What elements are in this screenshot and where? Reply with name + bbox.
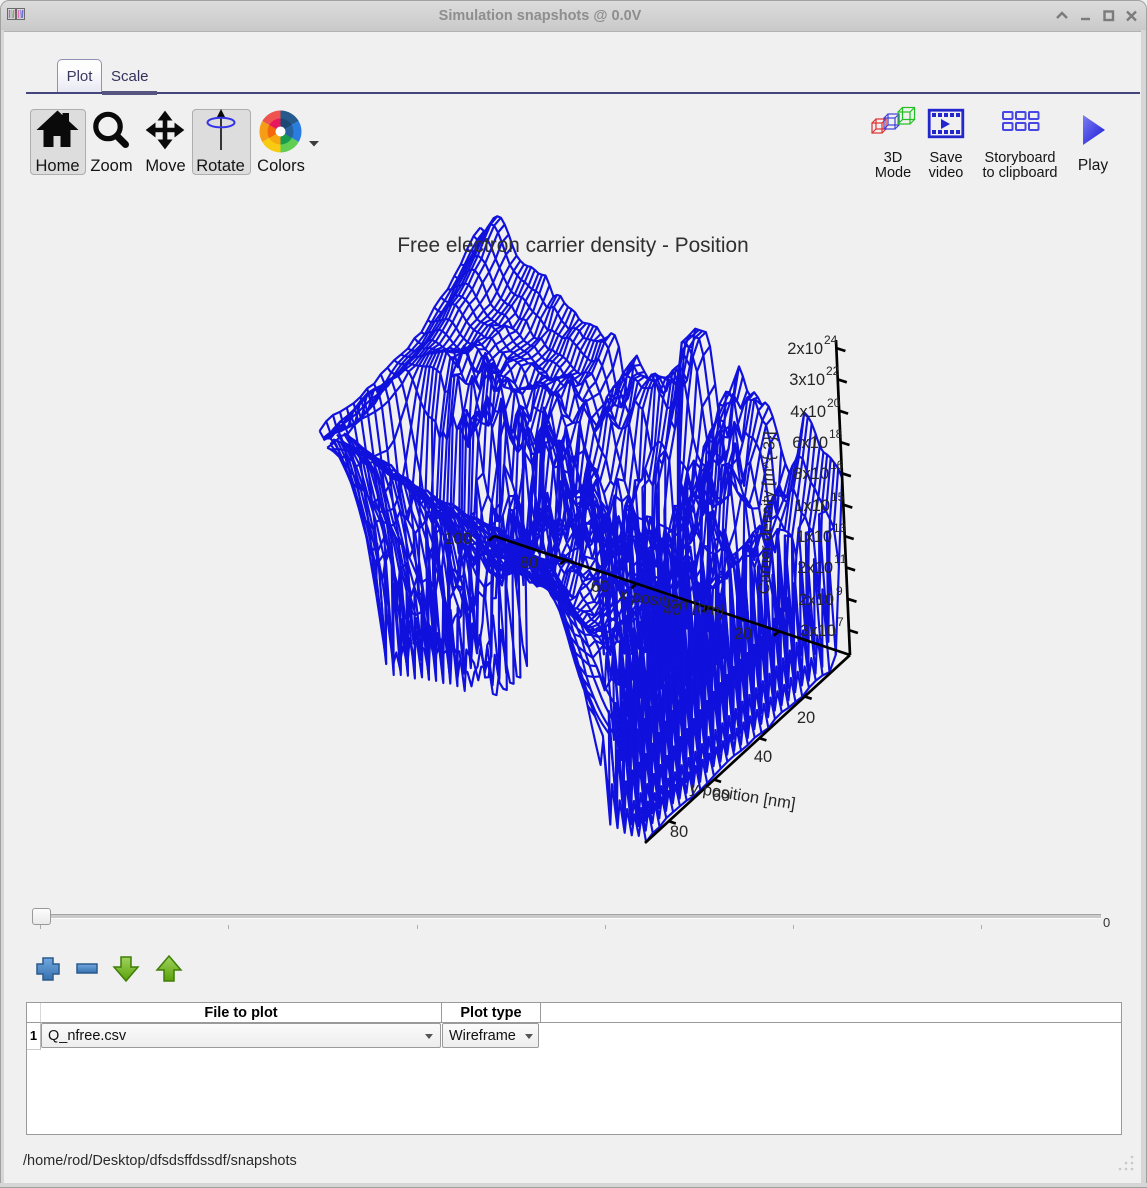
svg-text:2x10: 2x10	[787, 340, 823, 358]
svg-text:8x10: 8x10	[793, 465, 829, 483]
svg-text:16: 16	[830, 458, 844, 472]
svg-text:9: 9	[836, 584, 843, 598]
svg-text:1x10: 1x10	[796, 528, 832, 546]
svg-text:13: 13	[833, 521, 847, 535]
svg-text:20: 20	[797, 709, 815, 727]
svg-text:40: 40	[754, 748, 772, 766]
svg-text:11: 11	[834, 552, 847, 566]
svg-text:y position [nm]: y position [nm]	[689, 779, 797, 813]
svg-text:80: 80	[520, 554, 538, 572]
svg-text:3x10: 3x10	[789, 371, 825, 389]
svg-text:80: 80	[670, 823, 688, 841]
svg-text:2x10: 2x10	[797, 559, 833, 577]
svg-text:7: 7	[837, 615, 844, 629]
svg-text:Free electron carrier density: Free electron carrier density - Position	[397, 234, 748, 257]
svg-text:20: 20	[827, 396, 841, 410]
svg-text:100: 100	[444, 530, 472, 548]
svg-text:18: 18	[829, 427, 843, 441]
svg-text:1x10: 1x10	[794, 497, 830, 515]
svg-text:20: 20	[734, 625, 752, 643]
svg-text:15: 15	[831, 490, 845, 504]
svg-text:60: 60	[591, 578, 609, 596]
svg-text:24: 24	[824, 333, 838, 347]
svg-text:3x10: 3x10	[800, 622, 836, 640]
svg-text:2x10: 2x10	[798, 591, 834, 609]
svg-text:4x10: 4x10	[790, 403, 826, 421]
svg-text:6x10: 6x10	[792, 434, 828, 452]
svg-text:22: 22	[826, 364, 840, 378]
